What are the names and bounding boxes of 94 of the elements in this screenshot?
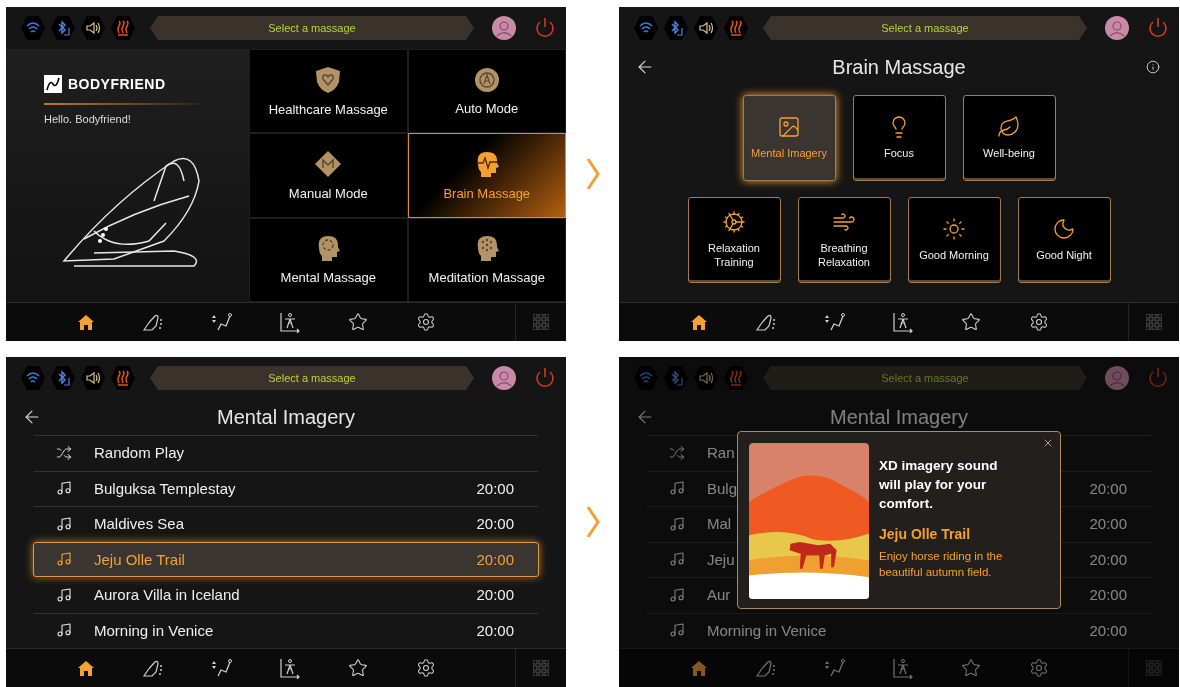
heat-icon[interactable] (723, 15, 749, 41)
track-duration: 20:00 (476, 621, 514, 639)
music-note-icon (669, 515, 685, 532)
logo-icon (44, 75, 62, 93)
music-note-icon (56, 515, 72, 532)
bluetooth-icon[interactable] (50, 365, 76, 391)
massage-mode-tile[interactable]: Auto Mode (407, 49, 566, 134)
chevron-right-icon (585, 505, 600, 539)
track-duration: 20:00 (476, 479, 514, 497)
track-description: Enjoy horse riding in the beautiful autumn field. (879, 548, 1004, 581)
wifi-icon[interactable] (633, 15, 659, 41)
track-title: Jeju Olle Trail (879, 525, 972, 542)
avatar-icon[interactable] (492, 366, 516, 390)
track-duration: 20:00 (1089, 586, 1127, 604)
music-note-icon (56, 480, 72, 497)
program-tile[interactable]: Good Night (1017, 196, 1111, 283)
info-icon[interactable] (1146, 60, 1160, 74)
track-name: Ran (707, 444, 735, 462)
massage-mode-tile[interactable]: Meditation Massage (407, 217, 566, 302)
program-tile[interactable]: Good Morning (907, 196, 1001, 283)
program-tile[interactable]: Mental Imagery (742, 94, 836, 181)
music-note-icon (669, 622, 685, 639)
program-tile[interactable]: Relaxation Training (687, 196, 781, 283)
massage-mode-tile[interactable]: Brain Massage (407, 133, 566, 218)
shield-heart-icon (315, 65, 342, 94)
track-duration: 20:00 (1089, 479, 1127, 497)
music-note-icon (56, 586, 72, 603)
massage-mode-tile[interactable]: Healthcare Massage (249, 49, 408, 134)
track-duration: 20:00 (1089, 515, 1127, 533)
track-duration: 20:00 (1089, 621, 1127, 639)
track-name: Morning in Venice (94, 621, 214, 639)
brand-name: BODYFRIEND (68, 76, 166, 92)
status-message: Select a massage (763, 16, 1087, 40)
page-title: Mental Imagery (829, 405, 969, 429)
sun-icon (942, 216, 966, 241)
speaker-icon[interactable] (80, 365, 106, 391)
status-message: Select a massage (150, 366, 474, 390)
track-name: Aur (707, 586, 731, 604)
program-tile[interactable]: Breathing Relaxation (797, 196, 891, 283)
track-row[interactable]: Bulguksa Templestay 20:00 (33, 470, 539, 506)
wifi-icon[interactable] (20, 15, 46, 41)
music-note-icon (56, 551, 72, 568)
track-duration: 20:00 (476, 586, 514, 604)
track-name: Random Play (94, 444, 185, 462)
power-icon[interactable] (534, 367, 556, 389)
bluetooth-icon[interactable] (50, 15, 76, 41)
track-name: Morning in Venice (707, 621, 827, 639)
status-message: Select a massage (763, 366, 1087, 390)
track-name: Mal (707, 515, 732, 533)
program-tile[interactable]: Focus (852, 94, 946, 181)
wifi-icon[interactable] (20, 365, 46, 391)
track-name: Maldives Sea (94, 515, 185, 533)
ring-badge-icon (473, 66, 500, 93)
track-name: Aurora Villa in Iceland (94, 586, 240, 604)
track-name: Jeju (707, 550, 735, 568)
heat-icon[interactable] (110, 365, 136, 391)
dialog-message: XD imagery sound will play for your comfort. (879, 457, 999, 513)
shuffle-icon (56, 444, 72, 461)
track-row[interactable]: Aurora Villa in Iceland 20:00 (33, 577, 539, 613)
power-icon[interactable] (1147, 17, 1169, 39)
track-name: Jeju Olle Trail (94, 550, 185, 568)
music-note-icon (669, 586, 685, 603)
track-duration: 20:00 (1089, 550, 1127, 568)
track-row[interactable]: Jeju Olle Trail 20:00 (33, 541, 539, 577)
picture-icon (777, 114, 801, 139)
gears-icon (722, 210, 746, 235)
chevron-right-icon (585, 157, 600, 191)
greeting-text: Hello. Bodyfriend! (44, 113, 132, 125)
diamond-icon (314, 150, 343, 178)
track-row[interactable]: Random Play (33, 435, 539, 471)
track-row[interactable]: Maldives Sea 20:00 (33, 506, 539, 542)
track-name: Bulg (707, 479, 738, 497)
massage-mode-tile[interactable]: Manual Mode (249, 133, 408, 218)
power-icon[interactable] (534, 17, 556, 39)
massage-mode-tile[interactable]: Mental Massage (249, 217, 408, 302)
avatar-icon[interactable] (1105, 16, 1129, 40)
bluetooth-icon[interactable] (663, 15, 689, 41)
heat-icon[interactable] (110, 15, 136, 41)
avatar-icon[interactable] (492, 16, 516, 40)
speaker-icon[interactable] (693, 15, 719, 41)
status-message: Select a massage (150, 16, 474, 40)
page-title: Brain Massage (831, 55, 967, 79)
music-note-icon (669, 480, 685, 497)
page-title: Mental Imagery (216, 405, 356, 429)
track-name: Bulguksa Templestay (94, 479, 236, 497)
speaker-icon[interactable] (80, 15, 106, 41)
music-note-icon (669, 551, 685, 568)
track-duration: 20:00 (476, 550, 514, 568)
program-tile[interactable]: Well-being (962, 94, 1056, 181)
music-note-icon (56, 622, 72, 639)
shuffle-icon (669, 444, 685, 461)
leaf-icon (997, 114, 1021, 139)
track-duration: 20:00 (476, 515, 514, 533)
moon-icon (1052, 216, 1076, 241)
